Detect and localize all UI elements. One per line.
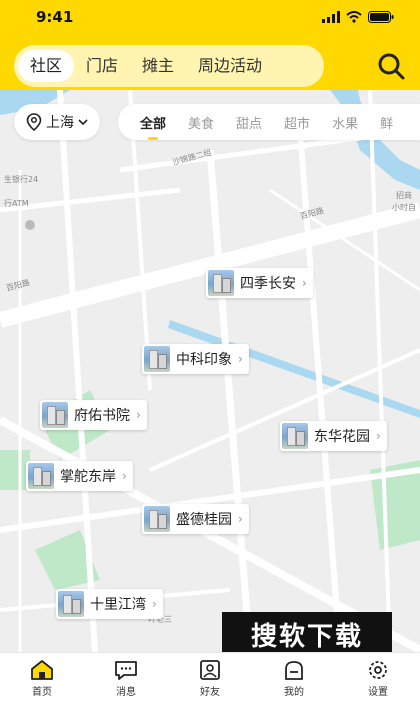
tabbar-settings-label: 设置 <box>368 687 388 698</box>
community-name: 四季长安 <box>240 276 296 292</box>
category-food[interactable]: 美食 <box>188 113 214 132</box>
category-dessert[interactable]: 甜点 <box>236 113 262 132</box>
community-name: 掌舵东岸 <box>60 469 116 485</box>
tabbar-profile[interactable]: 我的 <box>252 653 336 701</box>
community-pin[interactable]: 盛德桂园 › <box>142 504 249 534</box>
friends-icon <box>200 660 220 680</box>
settings-icon <box>369 661 387 679</box>
community-thumbnail <box>144 346 170 372</box>
tabbar-messages-label: 消息 <box>116 687 136 698</box>
message-icon <box>115 661 137 680</box>
profile-icon <box>285 661 303 680</box>
chevron-down-icon <box>78 119 88 126</box>
tabbar-home[interactable]: 首页 <box>0 653 84 701</box>
category-supermarket[interactable]: 超市 <box>284 113 310 132</box>
wifi-icon <box>346 11 362 23</box>
community-name: 中科印象 <box>176 352 232 368</box>
community-thumbnail <box>144 506 170 532</box>
tab-community[interactable]: 社区 <box>18 50 75 82</box>
city-selector[interactable]: 上海 <box>14 104 100 140</box>
signal-icon <box>322 11 340 23</box>
category-all[interactable]: 全部 <box>140 113 166 140</box>
community-pin[interactable]: 东华花园 › <box>280 421 387 451</box>
chevron-right-icon: › <box>136 408 141 422</box>
community-thumbnail <box>28 463 54 489</box>
community-name: 东华花园 <box>314 429 370 445</box>
status-time: 9:41 <box>36 8 74 26</box>
status-bar: 9:41 <box>0 6 420 30</box>
community-thumbnail <box>208 270 234 296</box>
tab-vendors[interactable]: 摊主 <box>130 50 186 82</box>
category-fruit[interactable]: 水果 <box>332 113 358 132</box>
tabbar-messages[interactable]: 消息 <box>84 653 168 701</box>
map-poi-label: 小时自 <box>392 203 416 212</box>
status-icons <box>322 11 394 23</box>
app-header: 9:41 社区 门店 摊主 周边活动 <box>0 0 420 90</box>
tabbar-friends[interactable]: 好友 <box>168 653 252 701</box>
chevron-right-icon: › <box>238 512 243 526</box>
category-fresh[interactable]: 鲜 <box>380 113 393 132</box>
map-poi-label: 招商 <box>396 191 412 200</box>
community-name: 府佑书院 <box>74 408 130 424</box>
chevron-right-icon: › <box>376 429 381 443</box>
community-thumbnail <box>58 591 84 617</box>
tabbar-profile-label: 我的 <box>284 687 304 698</box>
community-pin[interactable]: 中科印象 › <box>142 344 249 374</box>
category-filter-bar: 全部 美食 甜点 超市 水果 鲜 <box>118 104 420 140</box>
city-label: 上海 <box>46 115 74 131</box>
community-thumbnail <box>282 423 308 449</box>
tab-stores[interactable]: 门店 <box>74 50 130 82</box>
tabbar-friends-label: 好友 <box>200 687 220 698</box>
map-poi-label: 生银行24 <box>4 175 39 184</box>
search-icon[interactable] <box>376 51 406 81</box>
top-tab-bar: 社区 门店 摊主 周边活动 <box>14 45 324 87</box>
chevron-right-icon: › <box>238 352 243 366</box>
tabbar-settings[interactable]: 设置 <box>336 653 420 701</box>
chevron-right-icon: › <box>122 469 127 483</box>
location-pin-icon <box>26 113 42 131</box>
chevron-right-icon: › <box>152 597 157 611</box>
community-pin[interactable]: 四季长安 › <box>206 268 313 298</box>
community-thumbnail <box>42 402 68 428</box>
community-pin[interactable]: 掌舵东岸 › <box>26 461 133 491</box>
home-icon <box>31 660 53 680</box>
tabbar-home-label: 首页 <box>32 687 52 698</box>
battery-icon <box>368 11 394 23</box>
community-pin[interactable]: 十里江湾 › <box>56 589 163 619</box>
bottom-tab-bar: 首页 消息 好友 我的 设置 <box>0 652 420 701</box>
tab-nearby-events[interactable]: 周边活动 <box>186 50 274 82</box>
community-name: 十里江湾 <box>90 597 146 613</box>
community-name: 盛德桂园 <box>176 512 232 528</box>
chevron-right-icon: › <box>302 276 307 290</box>
map-poi-label: 行ATM <box>4 199 29 208</box>
community-pin[interactable]: 府佑书院 › <box>40 400 147 430</box>
